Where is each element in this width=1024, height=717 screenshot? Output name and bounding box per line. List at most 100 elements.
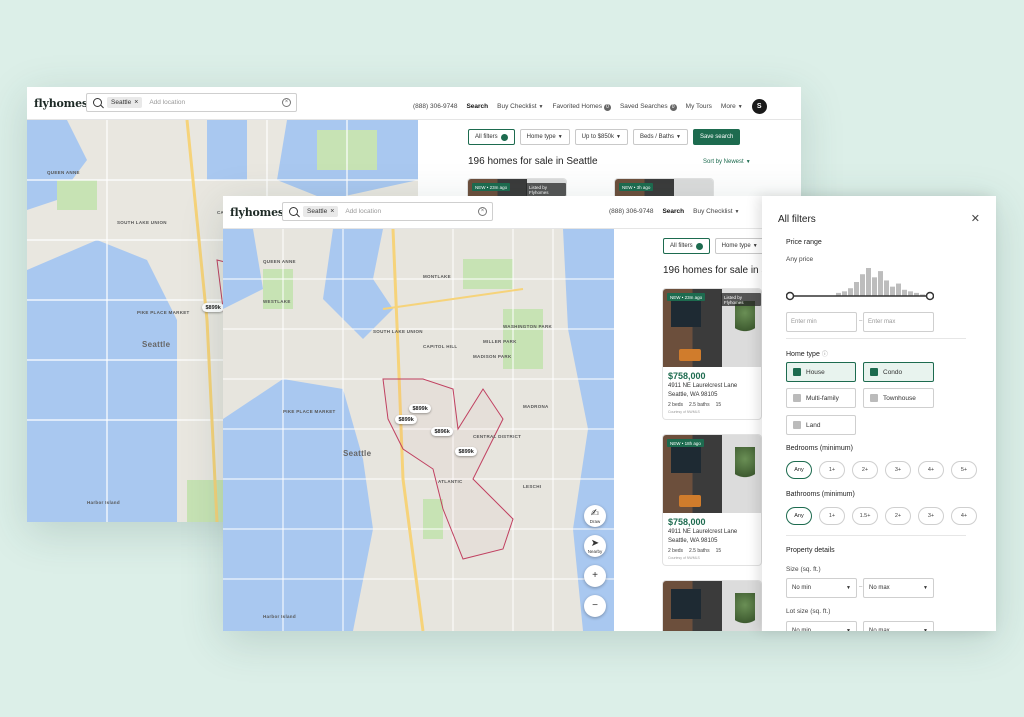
listing-card[interactable]: NEW • 23m ago Listed by Flyhomes $758,00…: [663, 289, 761, 419]
listing-card[interactable]: [663, 581, 761, 631]
home-type-land[interactable]: Land: [786, 415, 856, 435]
price-histogram[interactable]: [786, 266, 934, 306]
sqft: 15: [715, 548, 722, 554]
bedrooms-heading: Bedrooms (minimum): [786, 445, 853, 452]
bathrooms-1[interactable]: 1+: [819, 507, 845, 525]
nearby-button[interactable]: ➤ Nearby: [584, 535, 606, 557]
search-input[interactable]: Add location: [149, 99, 185, 106]
map-label: QUEEN ANNE: [263, 259, 296, 264]
location-search[interactable]: Seattle × Add location ×: [86, 93, 297, 112]
bathrooms-4[interactable]: 4+: [951, 507, 977, 525]
bedrooms-3[interactable]: 3+: [885, 461, 911, 479]
tag-time: 23m ago: [489, 184, 508, 190]
map-view[interactable]: QUEEN ANNE WESTLAKE MONTLAKE SOUTH LAKE …: [223, 229, 614, 631]
tag-time: 23m ago: [684, 294, 703, 300]
bathrooms-2[interactable]: 2+: [885, 507, 911, 525]
chevron-down-icon: ▼: [737, 104, 743, 110]
home-type-townhouse[interactable]: Townhouse: [863, 388, 934, 408]
draw-button[interactable]: ✍ Draw: [584, 505, 606, 527]
home-type-condo[interactable]: Condo: [863, 362, 934, 382]
lot-max-select[interactable]: No max ▼: [863, 621, 934, 631]
bedrooms-2[interactable]: 2+: [852, 461, 878, 479]
bedrooms-5[interactable]: 5+: [951, 461, 977, 479]
histogram-bar: [872, 277, 877, 296]
histogram-bar: [902, 289, 907, 296]
home-type-multi-family[interactable]: Multi-family: [786, 388, 856, 408]
nav-links: (888) 306-9748 Search Buy Checklist ▼ Fav…: [413, 99, 767, 114]
nav-buy-checklist[interactable]: Buy Checklist ▼: [497, 103, 543, 110]
avatar[interactable]: S: [751, 99, 767, 114]
location-chip[interactable]: Seattle ×: [107, 97, 143, 108]
clear-icon[interactable]: ×: [478, 207, 487, 216]
price-max-input[interactable]: Enter max: [863, 312, 934, 332]
nav-saved-searches[interactable]: Saved Searches 0: [620, 103, 677, 111]
listing-photo: NEW • 18h ago: [663, 435, 761, 513]
courtesy-text: Courtesy of NWMLS: [668, 556, 700, 560]
price-range-value: Any price: [786, 256, 814, 263]
zoom-in-button[interactable]: +: [584, 565, 606, 587]
map-label-city: Seattle: [142, 340, 171, 349]
size-max-select[interactable]: No max ▼: [863, 578, 934, 598]
listing-card[interactable]: NEW • 18h ago $758,000 4911 NE Laurelcre…: [663, 435, 761, 565]
save-search-button[interactable]: Save search: [692, 129, 741, 145]
logo[interactable]: flyhomes: [230, 206, 284, 219]
slider-min-handle[interactable]: [786, 291, 795, 301]
bedrooms-any[interactable]: Any: [786, 461, 812, 479]
price-pin[interactable]: $899k: [202, 303, 225, 312]
close-icon[interactable]: ×: [134, 99, 138, 106]
price-min-input[interactable]: Enter min: [786, 312, 857, 332]
home-type-button[interactable]: Home type ▼: [714, 238, 765, 254]
home-type-house[interactable]: House: [786, 362, 856, 382]
price-range-heading: Price range: [786, 239, 822, 246]
sort-dropdown[interactable]: Sort by Newest ▼: [703, 159, 751, 165]
beds: 2 beds: [668, 402, 684, 408]
price-pin[interactable]: $899k: [395, 415, 418, 424]
bedrooms-1[interactable]: 1+: [819, 461, 845, 479]
listing-price: $758,000: [668, 371, 706, 381]
select-value: No max: [869, 585, 890, 591]
home-type-button[interactable]: Home type ▼: [519, 129, 570, 145]
clear-icon[interactable]: ×: [282, 98, 291, 107]
map-label: WASHINGTON PARK: [503, 324, 553, 329]
condo-icon: [870, 368, 878, 376]
nav-search[interactable]: Search: [662, 208, 684, 215]
all-filters-button[interactable]: All filters: [663, 238, 710, 254]
select-value: No max: [869, 628, 890, 631]
nav-favorited[interactable]: Favorited Homes 0: [552, 103, 611, 111]
phone-number[interactable]: (888) 306-9748: [609, 208, 653, 215]
nav-my-tours[interactable]: My Tours: [686, 103, 712, 110]
price-pin[interactable]: $896k: [431, 427, 454, 436]
lot-min-select[interactable]: No min ▼: [786, 621, 857, 631]
location-chip[interactable]: Seattle ×: [303, 206, 339, 217]
all-filters-button[interactable]: All filters: [468, 129, 515, 145]
nav-search[interactable]: Search: [466, 103, 488, 110]
phone-number[interactable]: (888) 306-9748: [413, 103, 457, 110]
beds-baths-button[interactable]: Beds / Baths ▼: [632, 129, 688, 145]
info-icon[interactable]: ⓘ: [822, 352, 828, 358]
bedrooms-4[interactable]: 4+: [918, 461, 944, 479]
price-pin[interactable]: $899k: [455, 447, 478, 456]
nav-more[interactable]: More ▼: [721, 103, 743, 110]
search-icon: [93, 98, 102, 107]
bathrooms-any[interactable]: Any: [786, 507, 812, 525]
bathrooms-3[interactable]: 3+: [918, 507, 944, 525]
histogram-bar: [860, 274, 865, 296]
tag-time: 3h ago: [636, 184, 651, 190]
search-input[interactable]: Add location: [345, 208, 381, 215]
button-label: All filters: [475, 134, 498, 140]
logo[interactable]: flyhomes: [34, 97, 88, 110]
courtesy-text: Courtesy of NWMLS: [668, 410, 700, 414]
slider-max-handle[interactable]: [925, 291, 934, 301]
close-icon[interactable]: ✕: [971, 212, 980, 225]
results-title: 196 homes for sale in S: [663, 265, 769, 276]
navigation-icon: ➤: [590, 537, 600, 549]
price-pin[interactable]: $899k: [409, 404, 432, 413]
listing-photo: [663, 581, 761, 631]
location-search[interactable]: Seattle × Add location ×: [282, 202, 493, 221]
bathrooms-1-5[interactable]: 1.5+: [852, 507, 878, 525]
price-button[interactable]: Up to $850k ▼: [574, 129, 628, 145]
zoom-out-button[interactable]: −: [584, 595, 606, 617]
size-min-select[interactable]: No min ▼: [786, 578, 857, 598]
close-icon[interactable]: ×: [330, 208, 334, 215]
nav-buy-checklist[interactable]: Buy Checklist ▼: [693, 208, 739, 215]
